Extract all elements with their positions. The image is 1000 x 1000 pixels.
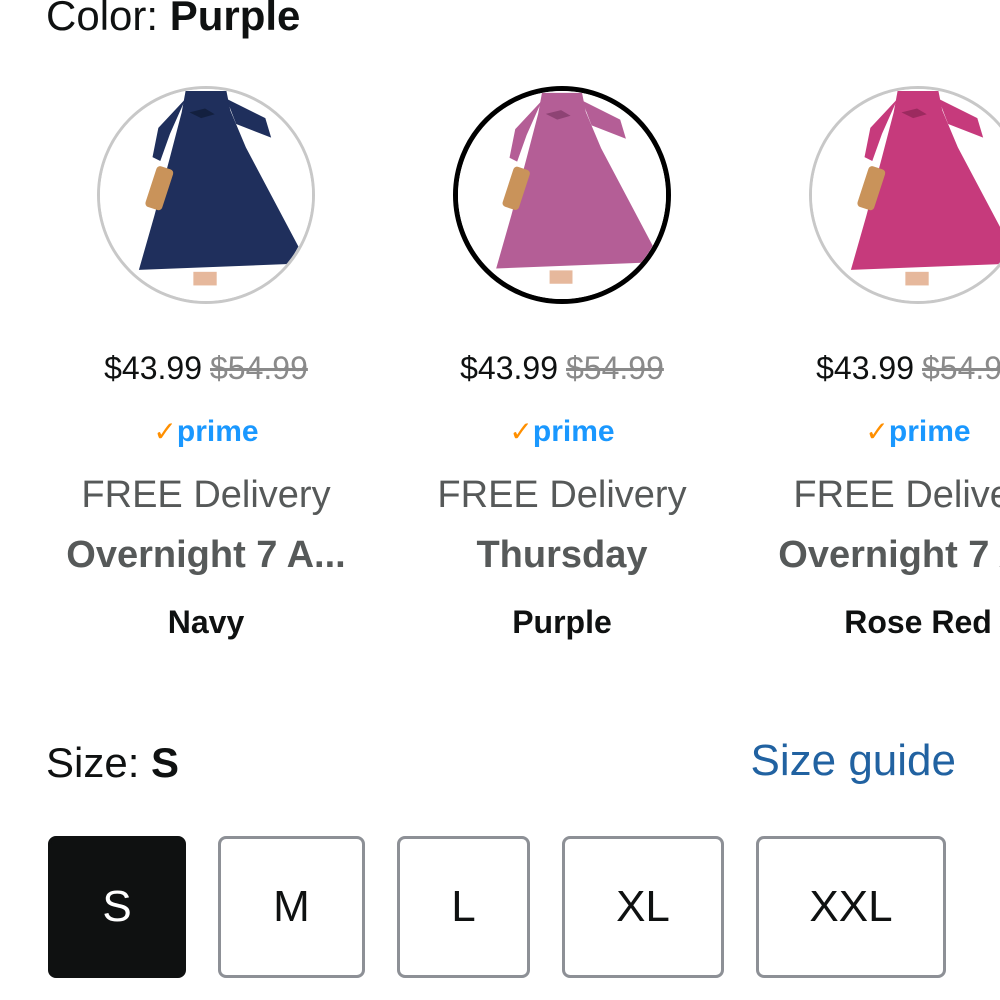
prime-check-icon: ✓ [153, 416, 177, 447]
free-delivery-text: FREE Delivery [437, 474, 687, 516]
swatch-image [809, 86, 1000, 304]
price-row: $43.99$54.99 [758, 348, 1000, 388]
list-price: $54.99 [922, 350, 1000, 386]
free-delivery-text: FREE Delivery [793, 474, 1000, 516]
selected-size-value: S [151, 739, 180, 786]
price-row: $43.99$54.99 [402, 348, 722, 388]
selected-color-value: Purple [169, 0, 301, 39]
delivery-date: Overnight 7 A... [66, 534, 346, 576]
prime-badge: ✓prime [402, 414, 722, 450]
product-variant-page: Color: Purple $43.99 $54.99 ✓prime FREE D… [0, 0, 1000, 1000]
color-selector-header: Color: Purple [46, 0, 300, 44]
swatch-color-name: Navy [167, 604, 245, 640]
prime-badge: ✓prime [46, 414, 366, 450]
prime-logo-text: prime [176, 415, 259, 448]
price-row: $43.99$54.99 [46, 348, 366, 388]
size-option-xl[interactable]: XL [562, 836, 724, 978]
swatch-color-name: Purple [512, 604, 612, 640]
swatch-image [97, 86, 315, 304]
sale-price: $43.99 [460, 350, 558, 386]
sale-price: $43.99 [104, 350, 202, 386]
size-option-l[interactable]: L [397, 836, 530, 978]
dress-image [458, 91, 666, 299]
swatch-inner: $43.99$54.99 ✓prime FREE Delivery Overni… [758, 86, 1000, 656]
free-delivery-text: FREE Delivery [81, 474, 331, 516]
list-price: $54.99 [566, 350, 664, 386]
size-option-xxl[interactable]: XXL [756, 836, 946, 978]
prime-check-icon: ✓ [509, 416, 533, 447]
size-guide-link[interactable]: Size guide [751, 734, 956, 788]
swatch-image [453, 86, 671, 304]
color-label: Color: [46, 0, 170, 39]
list-price: $54.99 [210, 350, 308, 386]
prime-check-icon: ✓ [865, 416, 889, 447]
size-option-m[interactable]: M [218, 836, 365, 978]
size-selector-header: Size: S [46, 736, 179, 790]
color-swatch-purple[interactable]: $43.99 $54.99 ✓prime FREE Delivery Thursd… [402, 86, 722, 656]
delivery-date: Thursday [476, 534, 648, 576]
swatch-color-name: Rose Red [844, 604, 992, 640]
sale-price: $43.99 [816, 350, 914, 386]
prime-logo-text: prime [532, 415, 615, 448]
color-swatch-rose-red[interactable]: $43.99$54.99 ✓prime FREE Delivery Overni… [758, 86, 1000, 656]
dress-image [100, 89, 312, 301]
dress-image [812, 89, 1000, 301]
size-label: Size: [46, 739, 152, 786]
prime-badge: ✓prime [758, 414, 1000, 450]
size-option-s[interactable]: S [48, 836, 186, 978]
delivery-date: Overnight 7 A... [778, 534, 1000, 576]
prime-logo-text: prime [888, 415, 971, 448]
color-swatch-navy[interactable]: $43.99 $54.99 ✓prime FREE Delivery Overni… [46, 86, 366, 656]
